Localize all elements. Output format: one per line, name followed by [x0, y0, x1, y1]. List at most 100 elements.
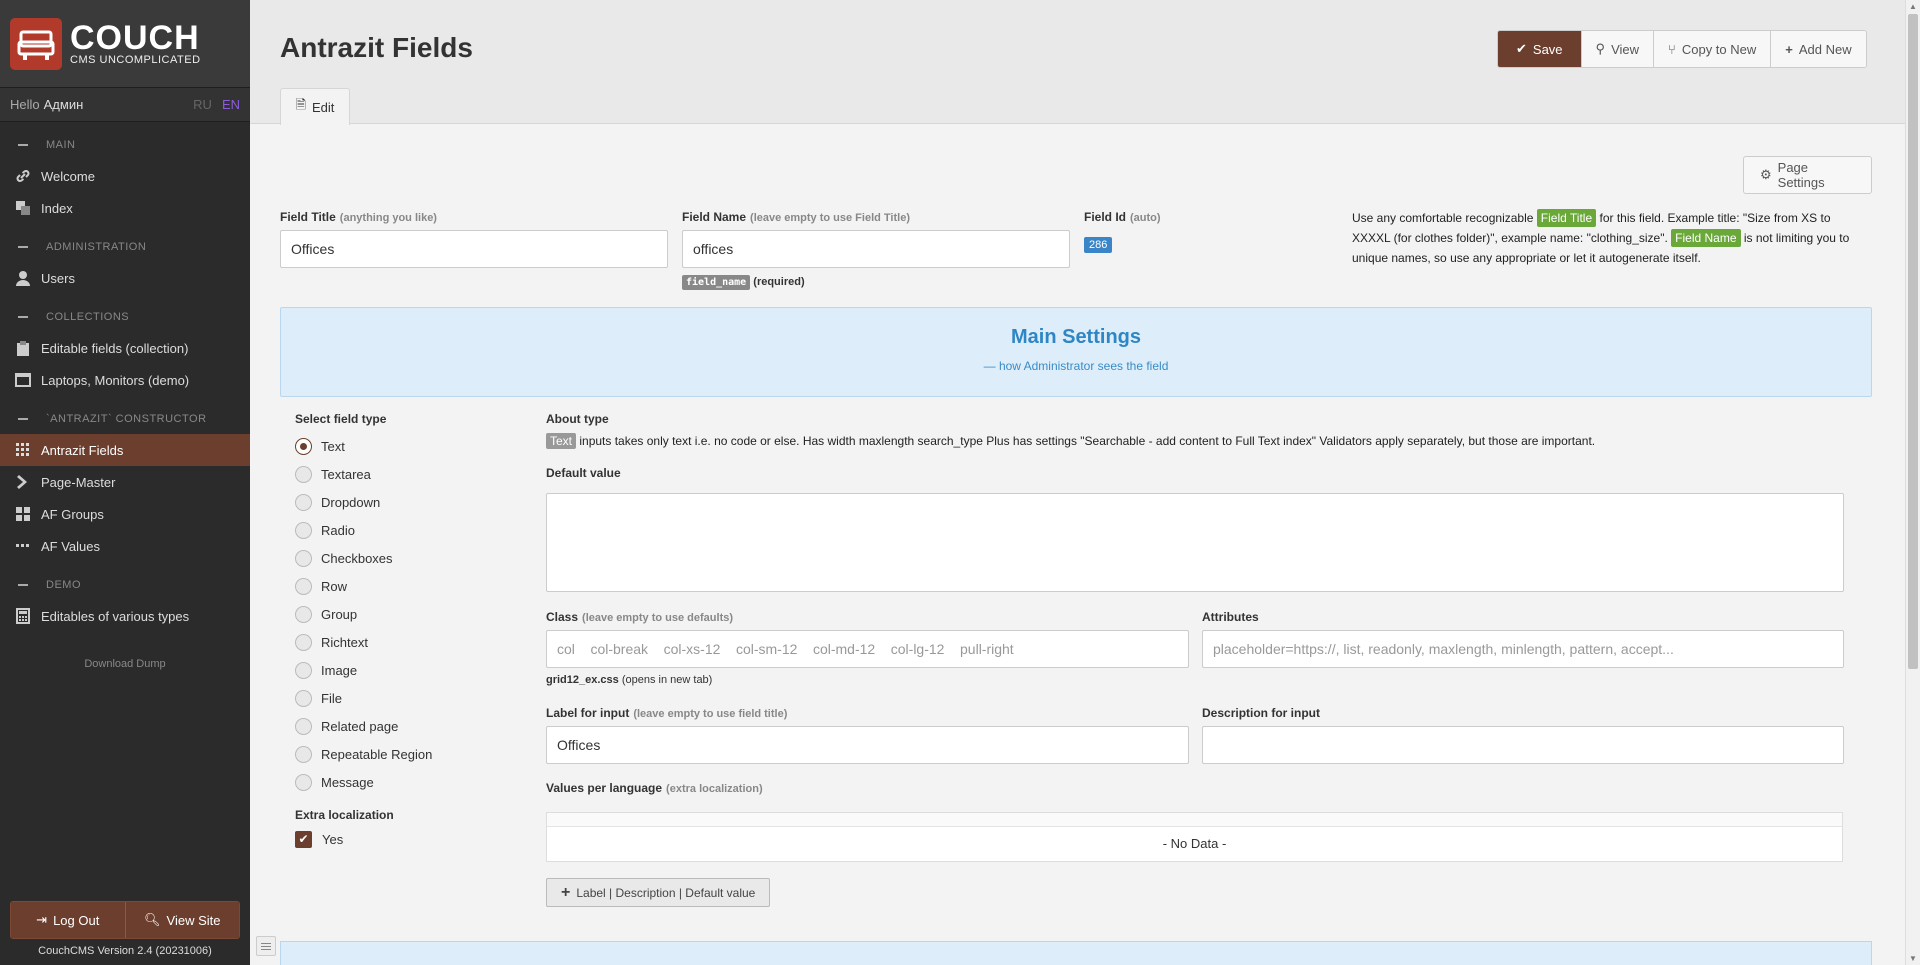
required-note: (required) [753, 276, 805, 288]
radio-circle-icon [295, 661, 312, 679]
section-label: COLLECTIONS [46, 311, 130, 323]
field-type-radio-message[interactable]: Message [295, 768, 495, 796]
field-type-radio-related-page[interactable]: Related page [295, 712, 495, 740]
section-demo[interactable]: DEMO [0, 570, 250, 600]
radio-circle-icon [295, 549, 312, 567]
collapse-icon [18, 246, 28, 248]
label-input[interactable]: Offices [546, 726, 1189, 764]
add-row-button[interactable]: + Label | Description | Default value [546, 878, 771, 907]
sidebar-item-laptops[interactable]: Laptops, Monitors (demo) [0, 364, 250, 396]
section-constructor[interactable]: `ANTRAZIT` CONSTRUCTOR [0, 404, 250, 434]
radio-circle-icon [295, 773, 312, 791]
clipboard-icon [17, 341, 29, 356]
extra-localization-checkbox[interactable]: ✔ Yes [295, 826, 495, 852]
radio-label: File [321, 690, 342, 706]
page-header: Antrazit Fields ✔ Save ⚲ View ⑂ Copy to New… [250, 0, 1905, 125]
sidebar-item-editable-fields[interactable]: Editable fields (collection) [0, 332, 250, 364]
save-button[interactable]: ✔ Save [1498, 31, 1581, 67]
default-value-label: Default value [546, 466, 621, 480]
label-input-label: Label for input (leave empty to use field… [546, 706, 788, 720]
sidebar-item-label: AF Groups [41, 506, 104, 522]
logout-label: Log Out [53, 912, 100, 928]
tab-edit[interactable]: 🗎 Edit [280, 88, 350, 125]
lang-en-link[interactable]: EN [222, 97, 240, 112]
section-main[interactable]: MAIN [0, 130, 250, 160]
sidebar-item-label: Editables of various types [41, 608, 190, 624]
about-type-label: About type [546, 412, 609, 426]
radio-label: Checkboxes [321, 550, 393, 566]
section-collections[interactable]: COLLECTIONS [0, 302, 250, 332]
field-type-radio-file[interactable]: File [295, 684, 495, 712]
default-value-textarea[interactable] [546, 493, 1844, 592]
sidebar-item-antrazit-fields[interactable]: Antrazit Fields [0, 434, 250, 466]
field-type-radio-text[interactable]: Text [295, 432, 495, 460]
sidebar-item-index[interactable]: Index [0, 192, 250, 224]
logout-button[interactable]: ⇥ Log Out [11, 902, 125, 938]
view-site-label: View Site [166, 912, 221, 928]
field-title-input[interactable]: Offices [280, 230, 668, 268]
scroll-down-icon[interactable]: ▼ [1909, 954, 1917, 963]
radio-label: Related page [321, 718, 399, 734]
main-settings-title: Main Settings [1010, 326, 1141, 348]
toolbar: ✔ Save ⚲ View ⑂ Copy to New + Add New [1497, 30, 1867, 68]
sidebar-item-af-values[interactable]: AF Values [0, 530, 250, 562]
page-settings-label: Page Settings [1777, 160, 1825, 190]
radio-circle-icon [295, 465, 312, 483]
field-id-label: Field Id (auto) [1084, 210, 1161, 224]
view-site-button[interactable]: 🔍︎ View Site [124, 902, 239, 938]
field-type-radio-row[interactable]: Row [295, 572, 495, 600]
page-settings-button[interactable]: ⚙ Page Settings [1743, 156, 1872, 194]
field-type-radio-checkboxes[interactable]: Checkboxes [295, 544, 495, 572]
sidebar-item-page-master[interactable]: Page-Master [0, 466, 250, 498]
tab-edit-label: Edit [312, 99, 335, 115]
grid-css-note: (opens in new tab) [621, 674, 713, 686]
radio-circle-icon [295, 633, 312, 651]
field-type-radio-richtext[interactable]: Richtext [295, 628, 495, 656]
field-id-badge: 286 [1084, 237, 1113, 253]
lang-ru-link[interactable]: RU [193, 97, 212, 112]
sidebar-item-af-groups[interactable]: AF Groups [0, 498, 250, 530]
copy-to-new-button[interactable]: ⑂ Copy to New [1653, 31, 1771, 67]
view-label: View [1611, 41, 1640, 57]
sidebar-item-label: Index [41, 200, 73, 216]
user-name[interactable]: Админ [44, 97, 84, 112]
field-type-radio-image[interactable]: Image [295, 656, 495, 684]
class-input[interactable]: col col-break col-xs-12 col-sm-12 col-md… [546, 630, 1189, 668]
scrollbar[interactable]: ▲ ▼ [1905, 0, 1920, 965]
add-new-button[interactable]: + Add New [1770, 31, 1866, 67]
description-input[interactable] [1202, 726, 1844, 764]
radio-circle-icon [295, 717, 312, 735]
attributes-input[interactable]: placeholder=https://, list, readonly, ma… [1202, 630, 1844, 668]
sidebar-item-editables[interactable]: Editables of various types [0, 600, 250, 632]
field-type-radio-textarea[interactable]: Textarea [295, 460, 495, 488]
section-label: MAIN [46, 139, 76, 151]
add-row-label: Label | Description | Default value [576, 885, 756, 900]
section-administration[interactable]: ADMINISTRATION [0, 232, 250, 262]
values-per-language-label: Values per language (extra localization) [546, 781, 763, 795]
field-type-radio-repeatable-region[interactable]: Repeatable Region [295, 740, 495, 768]
add-label: Add New [1798, 41, 1852, 57]
download-dump-link[interactable]: Download Dump [0, 658, 250, 670]
field-type-radio-dropdown[interactable]: Dropdown [295, 488, 495, 516]
scroll-thumb[interactable] [1908, 14, 1918, 669]
grid-css-link[interactable]: grid12_ex.css [546, 674, 619, 686]
view-button[interactable]: ⚲ View [1580, 31, 1654, 67]
scroll-up-icon[interactable]: ▲ [1909, 2, 1917, 11]
attributes-label: Attributes [1202, 610, 1259, 624]
logo[interactable]: COUCH CMS UNCOMPLICATED [0, 0, 250, 88]
field-type-radio-group[interactable]: Group [295, 600, 495, 628]
field-type-radio-radio[interactable]: Radio [295, 516, 495, 544]
gear-icon: ⚙ [1760, 167, 1772, 182]
user-icon [16, 271, 30, 286]
description-input-label: Description for input [1202, 706, 1320, 720]
drag-handle-icon[interactable] [256, 936, 276, 956]
section-label: `ANTRAZIT` CONSTRUCTOR [46, 413, 207, 425]
logo-subtitle: CMS UNCOMPLICATED [70, 53, 201, 66]
plus-icon: + [561, 883, 571, 901]
checkbox-checked-icon: ✔ [295, 830, 312, 848]
grid-icon [16, 507, 30, 521]
sidebar-item-users[interactable]: Users [0, 262, 250, 294]
sidebar-item-welcome[interactable]: Welcome [0, 160, 250, 192]
field-name-input[interactable]: offices [682, 230, 1070, 268]
chevron-right-icon [17, 475, 27, 489]
